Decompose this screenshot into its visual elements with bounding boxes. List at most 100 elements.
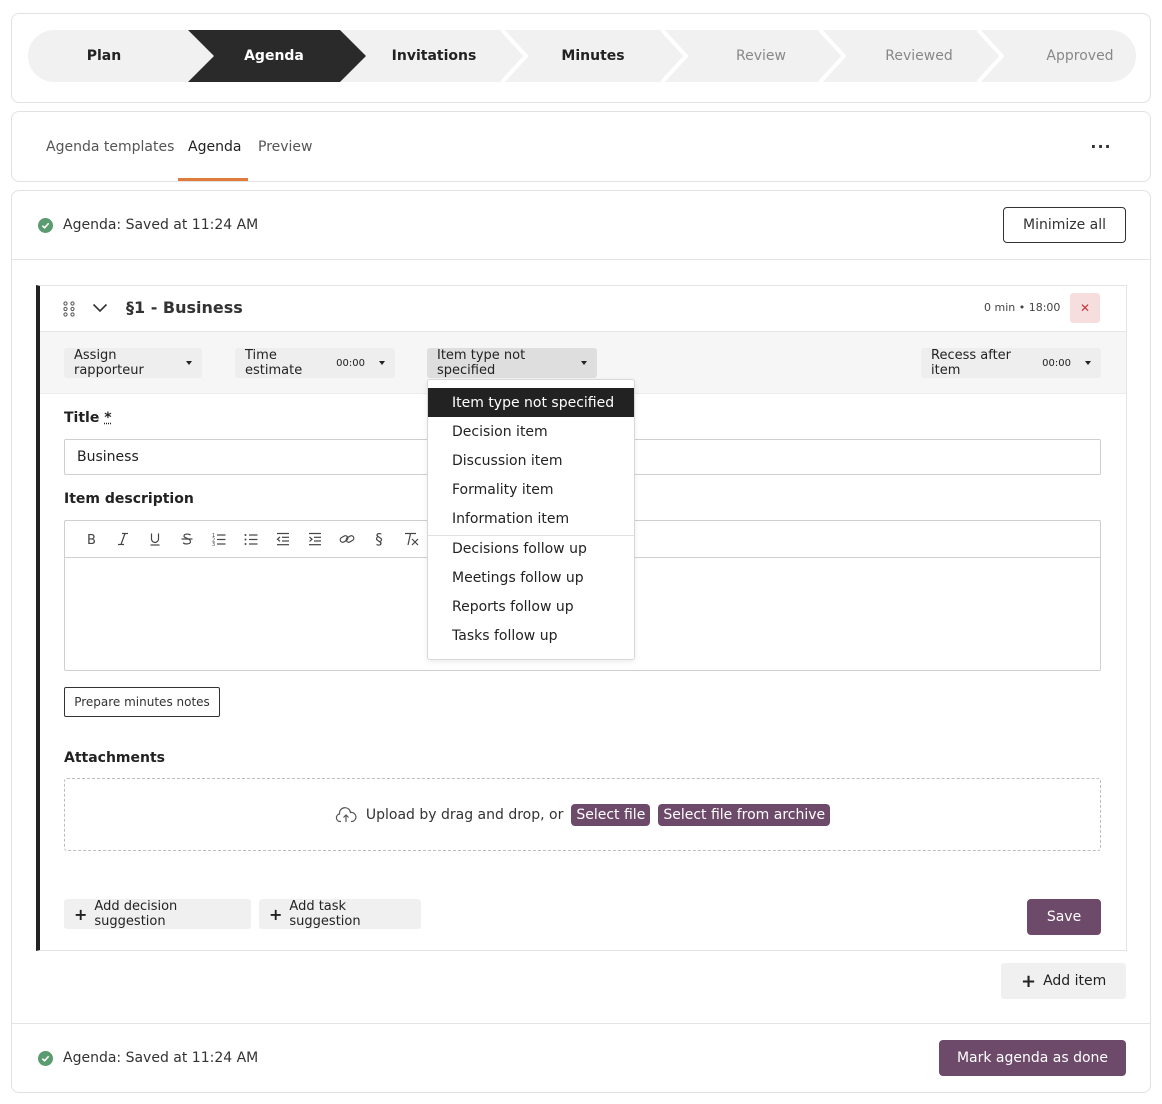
clear-formatting-icon[interactable] <box>395 527 427 551</box>
assign-rapporteur-label: Assign rapporteur <box>74 348 144 378</box>
outdent-icon[interactable] <box>267 527 299 551</box>
active-tab-underline <box>178 178 248 181</box>
dropdown-option-discussion-item[interactable]: Discussion item <box>428 446 634 475</box>
section-sign-icon[interactable]: § <box>363 527 395 551</box>
check-circle-icon <box>38 1050 53 1066</box>
tab-agenda-templates[interactable]: Agenda templates <box>46 112 174 182</box>
more-icon: ··· <box>1090 136 1112 156</box>
add-decision-label: Add decision suggestion <box>94 899 178 929</box>
svg-text:3: 3 <box>212 542 215 546</box>
step-label: Invitations <box>391 48 477 64</box>
caret-down-icon <box>379 361 385 365</box>
more-options-button[interactable]: ··· <box>1086 134 1116 158</box>
dropdown-option-reports-follow-up[interactable]: Reports follow up <box>428 592 634 621</box>
close-icon: ✕ <box>1079 301 1091 315</box>
bullet-list-icon[interactable] <box>235 527 267 551</box>
item-type-label: Item type not specified <box>437 348 526 378</box>
dropdown-option-tasks-follow-up[interactable]: Tasks follow up <box>428 621 634 650</box>
underline-icon[interactable] <box>139 527 171 551</box>
dropdown-option-information-item[interactable]: Information item <box>428 504 634 533</box>
time-estimate-label: Time estimate <box>245 348 303 378</box>
minimize-all-button[interactable]: Minimize all <box>1003 207 1126 243</box>
check-circle-icon <box>38 217 53 233</box>
divider <box>12 259 1150 260</box>
indent-icon[interactable] <box>299 527 331 551</box>
item-type-button[interactable]: Item type not specified <box>427 348 597 378</box>
step-approved[interactable]: Approved <box>996 30 1136 82</box>
plus-icon: + <box>269 904 283 924</box>
mark-agenda-done-button[interactable]: Mark agenda as done <box>939 1040 1126 1076</box>
assign-rapporteur-button[interactable]: Assign rapporteur <box>64 348 202 378</box>
step-plan[interactable]: Plan <box>28 30 180 82</box>
dropdown-option-decision-item[interactable]: Decision item <box>428 417 634 446</box>
agenda-item-header: §1 - Business 0 min • 18:00 ✕ <box>40 286 1126 332</box>
cloud-upload-icon <box>335 806 357 822</box>
caret-down-icon <box>1085 361 1091 365</box>
save-status-text: Agenda: Saved at 11:24 AM <box>63 217 259 233</box>
ordered-list-icon[interactable]: 123 <box>203 527 235 551</box>
drag-handle-icon[interactable] <box>63 301 75 317</box>
step-separator-icon <box>976 30 1004 82</box>
tab-agenda[interactable]: Agenda <box>188 112 241 182</box>
step-minutes[interactable]: Minutes <box>522 30 664 82</box>
save-status: Agenda: Saved at 11:24 AM <box>38 215 258 235</box>
item-type-dropdown-menu: Item type not specified Decision item Di… <box>427 379 635 660</box>
title-label: Title * <box>64 410 112 426</box>
divider <box>12 1023 1150 1024</box>
caret-down-icon <box>186 361 192 365</box>
section-sign-glyph: § <box>375 530 383 548</box>
add-item-button[interactable]: + Add item <box>1001 963 1126 999</box>
tab-preview[interactable]: Preview <box>258 112 313 182</box>
add-task-suggestion-button[interactable]: + Add task suggestion <box>259 899 421 929</box>
chevron-down-icon[interactable] <box>92 303 108 313</box>
upload-text: Upload by drag and drop, or <box>365 806 564 823</box>
agenda-item-title: §1 - Business <box>126 298 243 317</box>
save-status-text: Agenda: Saved at 11:24 AM <box>63 1050 259 1066</box>
attachments-label: Attachments <box>64 750 166 766</box>
recess-value: 00:00 <box>1042 357 1071 369</box>
select-file-button[interactable]: Select file <box>571 803 651 826</box>
add-task-label: Add task suggestion <box>289 899 361 929</box>
agenda-tabs-card: Agenda templates Agenda Preview ··· <box>11 111 1151 182</box>
step-label: Minutes <box>561 48 625 64</box>
strikethrough-icon[interactable] <box>171 527 203 551</box>
step-label: Review <box>736 48 786 64</box>
required-marker: * <box>104 410 112 426</box>
recess-after-item-button[interactable]: Recess after item 00:00 <box>921 348 1101 378</box>
item-description-label: Item description <box>64 491 194 507</box>
dropdown-option-not-specified[interactable]: Item type not specified <box>428 388 634 417</box>
select-file-from-archive-button[interactable]: Select file from archive <box>658 803 831 826</box>
prepare-minutes-notes-button[interactable]: Prepare minutes notes <box>64 687 220 717</box>
save-status-bottom: Agenda: Saved at 11:24 AM <box>38 1048 258 1068</box>
step-separator-icon <box>500 30 528 82</box>
save-button[interactable]: Save <box>1027 899 1101 935</box>
attachments-dropzone[interactable]: Upload by drag and drop, or Select file … <box>64 778 1101 851</box>
add-item-label: Add item <box>1043 973 1107 989</box>
time-estimate-button[interactable]: Time estimate 00:00 <box>235 348 395 378</box>
agenda-item-meta: 0 min • 18:00 <box>984 301 1061 314</box>
remove-item-button[interactable]: ✕ <box>1070 293 1100 323</box>
link-icon[interactable] <box>331 527 363 551</box>
svg-text:B: B <box>87 533 96 546</box>
step-separator-icon <box>818 30 846 82</box>
dropdown-option-decisions-follow-up[interactable]: Decisions follow up <box>428 534 634 563</box>
step-review[interactable]: Review <box>682 30 840 82</box>
step-label: Plan <box>86 48 122 64</box>
add-decision-suggestion-button[interactable]: + Add decision suggestion <box>64 899 251 929</box>
dropdown-option-meetings-follow-up[interactable]: Meetings follow up <box>428 563 634 592</box>
workflow-stepper: Plan Agenda Invitations Minutes Review R… <box>28 30 1136 82</box>
time-estimate-value: 00:00 <box>336 357 365 369</box>
recess-label: Recess after item <box>931 348 1012 378</box>
workflow-stepper-card: Plan Agenda Invitations Minutes Review R… <box>11 13 1151 103</box>
step-separator-icon <box>660 30 688 82</box>
caret-down-icon <box>581 361 587 365</box>
step-label: Reviewed <box>885 48 953 64</box>
step-agenda[interactable]: Agenda <box>204 30 344 82</box>
bold-icon[interactable]: B <box>75 527 107 551</box>
italic-icon[interactable] <box>107 527 139 551</box>
step-invitations[interactable]: Invitations <box>364 30 504 82</box>
step-label: Approved <box>1046 48 1114 64</box>
dropdown-option-formality-item[interactable]: Formality item <box>428 475 634 504</box>
plus-icon: + <box>1021 970 1037 992</box>
step-label: Agenda <box>244 48 304 64</box>
